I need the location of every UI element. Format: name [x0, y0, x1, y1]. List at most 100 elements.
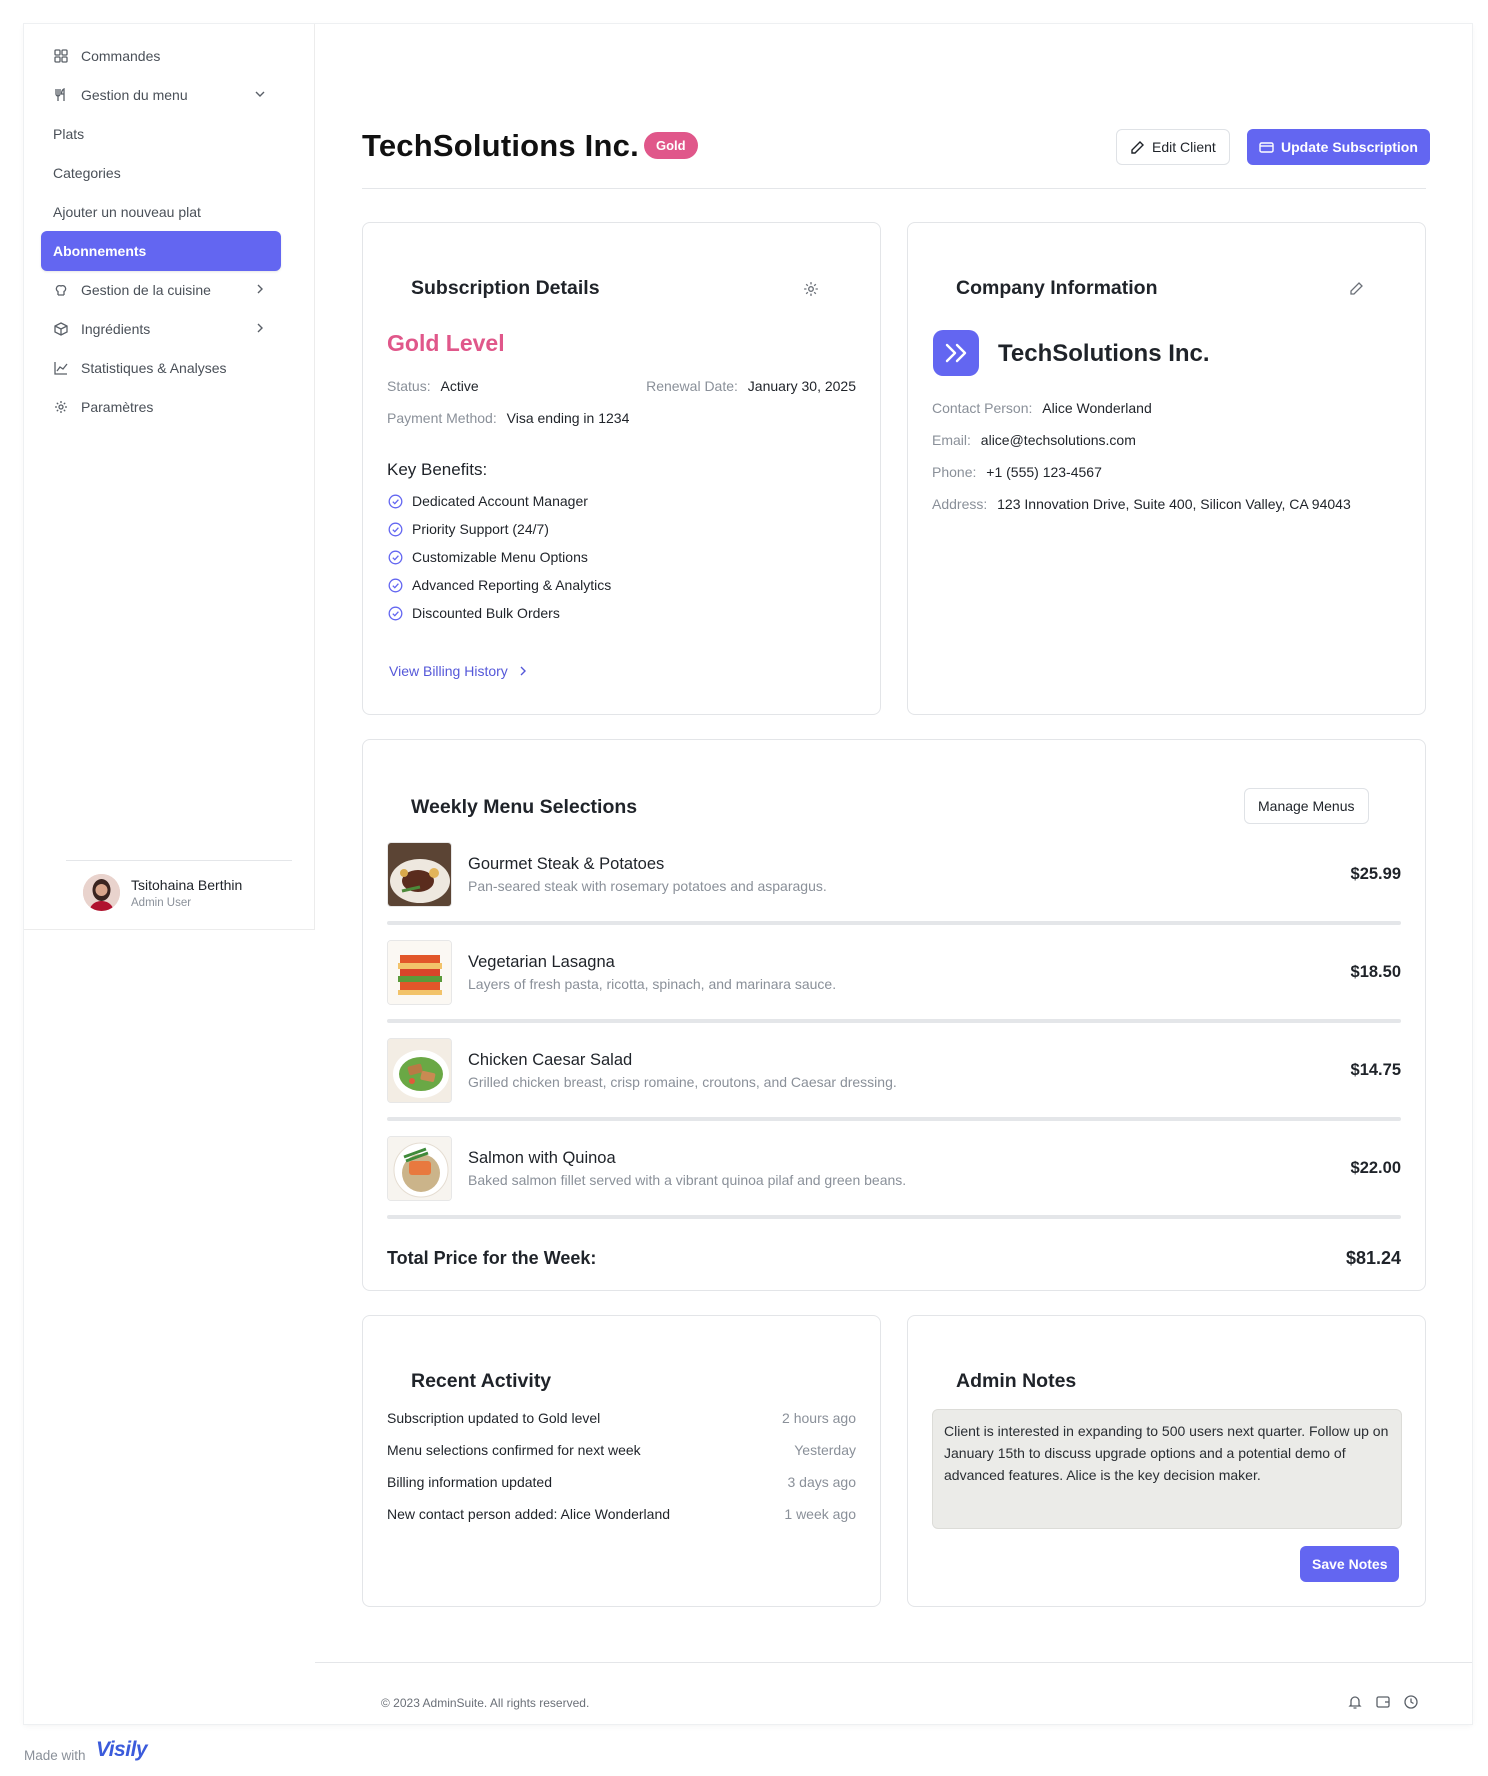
company-logo — [933, 330, 979, 376]
activity-text: Subscription updated to Gold level — [387, 1410, 601, 1426]
footer-divider — [315, 1662, 1472, 1663]
sidebar-item-abonnements[interactable]: Abonnements — [41, 231, 281, 271]
manage-menus-button[interactable]: Manage Menus — [1244, 788, 1369, 824]
user-role: Admin User — [131, 897, 192, 909]
payment-value: Visa ending in 1234 — [506, 410, 630, 426]
dish-name: Chicken Caesar Salad — [468, 1051, 633, 1069]
address-row: Address: 123 Innovation Drive, Suite 400… — [932, 496, 1351, 512]
dish-price: $25.99 — [1350, 865, 1401, 883]
chevron-right-icon — [257, 323, 263, 333]
sidebar-item-ajouter-plat[interactable]: Ajouter un nouveau plat — [41, 192, 281, 232]
sidebar-item-label: Gestion du menu — [81, 87, 188, 103]
activity-text: New contact person added: Alice Wonderla… — [387, 1506, 671, 1522]
dish-description: Baked salmon fillet served with a vibran… — [468, 1172, 907, 1188]
dish-price: $14.75 — [1350, 1061, 1401, 1079]
sidebar-item-ingredients[interactable]: Ingrédients — [41, 309, 281, 349]
list-item: Advanced Reporting & Analytics — [388, 577, 611, 605]
sidebar-item-gestion-du-menu[interactable]: Gestion du menu — [41, 75, 281, 115]
activity-text: Menu selections confirmed for next week — [387, 1442, 641, 1458]
total-price: $81.24 — [1345, 1248, 1401, 1268]
benefit-text: Discounted Bulk Orders — [412, 605, 560, 621]
dish-image — [387, 1038, 452, 1103]
contact-label: Contact Person: — [932, 400, 1033, 416]
sidebar-item-label: Ajouter un nouveau plat — [53, 204, 201, 220]
chevron-right-icon — [257, 284, 263, 294]
benefits-list: Dedicated Account Manager Priority Suppo… — [388, 493, 611, 633]
recent-activity-card: Recent Activity Subscription updated to … — [362, 1315, 881, 1607]
sidebar-item-label: Statistiques & Analyses — [81, 360, 227, 376]
benefits-title: Key Benefits: — [387, 460, 488, 479]
menu-item[interactable]: Gourmet Steak & Potatoes Pan-seared stea… — [387, 842, 1401, 940]
sidebar-item-categories[interactable]: Categories — [41, 153, 281, 193]
sidebar-item-label: Gestion de la cuisine — [81, 282, 211, 298]
check-circle-icon — [388, 494, 403, 509]
status-value: Active — [440, 378, 479, 394]
dish-description: Layers of fresh pasta, ricotta, spinach,… — [468, 976, 837, 992]
menu-item[interactable]: Vegetarian Lasagna Layers of fresh pasta… — [387, 940, 1401, 1038]
check-circle-icon — [388, 522, 403, 537]
row-divider — [387, 921, 1401, 925]
admin-notes-card: Admin Notes Client is interested in expa… — [907, 1315, 1426, 1607]
status-row: Status: Active — [387, 378, 479, 394]
pencil-icon[interactable] — [1349, 281, 1364, 296]
wallet-icon[interactable] — [1375, 1694, 1391, 1710]
check-circle-icon — [388, 578, 403, 593]
update-subscription-button[interactable]: Update Subscription — [1247, 129, 1430, 165]
bell-icon[interactable] — [1347, 1694, 1363, 1710]
save-notes-button[interactable]: Save Notes — [1300, 1546, 1400, 1582]
renewal-value: January 30, 2025 — [747, 378, 856, 394]
sidebar-item-label: Plats — [53, 126, 85, 142]
clock-icon[interactable] — [1403, 1694, 1419, 1710]
sidebar-item-statistiques[interactable]: Statistiques & Analyses — [41, 348, 281, 388]
sidebar-item-commandes[interactable]: Commandes — [41, 36, 281, 76]
recent-activity-title: Recent Activity — [411, 1370, 552, 1392]
list-item: Billing information updated 3 days ago — [387, 1474, 856, 1494]
chart-icon — [53, 361, 68, 376]
chevron-down-icon — [255, 91, 265, 97]
dish-image — [387, 842, 452, 907]
benefit-text: Customizable Menu Options — [412, 549, 588, 565]
list-item: Customizable Menu Options — [388, 549, 611, 577]
gear-icon[interactable] — [803, 281, 819, 297]
subscription-card: Subscription Details Gold Level Status: … — [362, 222, 881, 715]
billing-link-label: View Billing History — [389, 663, 508, 679]
dish-name: Gourmet Steak & Potatoes — [468, 855, 665, 873]
visily-logo[interactable]: Visily — [96, 1738, 148, 1762]
dish-description: Grilled chicken breast, crisp romaine, c… — [468, 1074, 897, 1090]
phone-value: +1 (555) 123-4567 — [986, 464, 1102, 480]
company-title: Company Information — [956, 277, 1158, 299]
dish-image — [387, 1136, 452, 1201]
sidebar-item-label: Commandes — [81, 48, 161, 64]
email-value: alice@techsolutions.com — [980, 432, 1136, 448]
main-content: TechSolutions Inc. Gold Edit Client Upda… — [315, 24, 1472, 1724]
list-item: Dedicated Account Manager — [388, 493, 611, 521]
sidebar-item-gestion-cuisine[interactable]: Gestion de la cuisine — [41, 270, 281, 310]
admin-notes-textarea[interactable]: Client is interested in expanding to 500… — [932, 1409, 1402, 1529]
edit-client-button[interactable]: Edit Client — [1116, 129, 1230, 165]
grid-icon — [53, 49, 68, 64]
sidebar-item-plats[interactable]: Plats — [41, 114, 281, 154]
sidebar-item-label: Abonnements — [53, 243, 147, 259]
chef-hat-icon — [53, 283, 68, 298]
renewal-label: Renewal Date: — [646, 378, 738, 394]
list-item: Menu selections confirmed for next week Y… — [387, 1442, 856, 1462]
benefit-text: Advanced Reporting & Analytics — [412, 577, 612, 593]
activity-text: Billing information updated — [387, 1474, 552, 1490]
edit-client-label: Edit Client — [1152, 139, 1216, 155]
payment-label: Payment Method: — [387, 410, 497, 426]
sidebar-divider — [66, 860, 292, 861]
activity-time: Yesterday — [794, 1442, 856, 1458]
benefit-text: Dedicated Account Manager — [412, 493, 588, 509]
subscription-title: Subscription Details — [411, 277, 600, 299]
avatar[interactable] — [83, 874, 120, 911]
weekly-menu-card: Weekly Menu Selections Manage Menus Gour… — [362, 739, 1426, 1291]
menu-item[interactable]: Salmon with Quinoa Baked salmon fillet s… — [387, 1136, 1401, 1234]
subscription-level: Gold Level — [387, 330, 505, 356]
phone-label: Phone: — [932, 464, 977, 480]
address-value: 123 Innovation Drive, Suite 400, Silicon… — [997, 496, 1351, 512]
credit-card-icon — [1259, 141, 1274, 153]
chevron-right-icon — [520, 666, 526, 676]
view-billing-history-link[interactable]: View Billing History — [389, 663, 530, 679]
menu-item[interactable]: Chicken Caesar Salad Grilled chicken bre… — [387, 1038, 1401, 1136]
sidebar-item-parametres[interactable]: Paramètres — [41, 387, 281, 427]
